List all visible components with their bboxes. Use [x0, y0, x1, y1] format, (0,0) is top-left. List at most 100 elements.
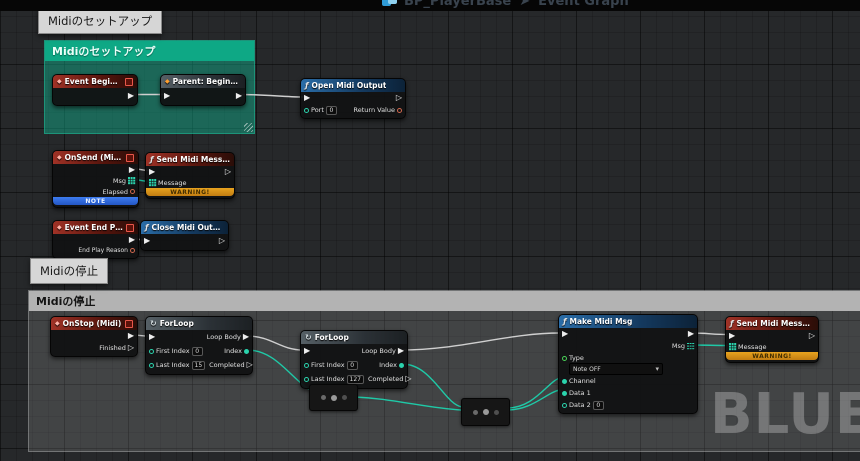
index-pin[interactable] — [244, 348, 249, 354]
breadcrumb-page[interactable]: Event Graph — [538, 0, 629, 9]
loop-body-exec-pin[interactable]: ▶ — [398, 347, 404, 355]
exec-out-pin[interactable]: ▷ — [396, 94, 402, 102]
reroute-node-1[interactable] — [309, 384, 358, 411]
node-header[interactable]: ƒ Send Midi Message — [726, 317, 818, 330]
node-header[interactable]: ◆ OnSend (Midi) — [53, 151, 138, 164]
exec-in-pin[interactable]: ▶ — [149, 333, 155, 341]
completed-exec-pin[interactable]: ▷ — [405, 375, 411, 383]
data1-pin[interactable] — [562, 390, 567, 396]
breadcrumb: BP_PlayerBase ➤ Event Graph — [404, 0, 629, 9]
exec-out-pin[interactable]: ▷ — [225, 167, 231, 176]
node-title: OnStop (Midi) — [62, 319, 122, 328]
node-open-midi-output[interactable]: ƒ Open Midi Output ▶ ▷ Port 0 Return Val… — [300, 78, 406, 119]
node-header[interactable]: ↻ ForLoop — [146, 317, 252, 330]
first-index-input[interactable]: 0 — [191, 346, 203, 356]
breadcrumb-root[interactable]: BP_PlayerBase — [404, 0, 511, 9]
reroute-pin[interactable] — [341, 395, 347, 400]
type-pin[interactable] — [562, 356, 567, 361]
pin-row: First Index 0 Index — [146, 344, 252, 358]
node-header[interactable]: ◆ Event End Play — [53, 221, 138, 234]
node-header[interactable]: ƒ Open Midi Output — [301, 79, 405, 92]
node-title: Parent: BeginPlay — [172, 77, 241, 86]
pin-row: Finished ▷ — [51, 342, 137, 354]
node-header[interactable]: ◆ Parent: BeginPlay — [161, 75, 245, 88]
msg-struct-pin[interactable] — [687, 342, 694, 350]
exec-in-pin[interactable]: ▶ — [304, 347, 310, 355]
exec-out-pin[interactable]: ▶ — [128, 332, 134, 340]
first-index-pin[interactable] — [304, 362, 309, 368]
pin-row: Message — [726, 341, 818, 352]
exec-out-pin[interactable]: ▶ — [688, 330, 694, 338]
port-pin[interactable] — [304, 107, 309, 113]
elapsed-pin[interactable] — [130, 189, 135, 194]
data2-input[interactable]: 0 — [592, 400, 604, 410]
exec-out-pin[interactable]: ▶ — [129, 235, 135, 244]
completed-exec-pin[interactable]: ▷ — [247, 361, 253, 369]
exec-out-pin[interactable]: ▶ — [128, 91, 134, 100]
node-send-midi-message-1[interactable]: ƒ Send Midi Message ▶ ▷ Message WARNING! — [145, 152, 235, 199]
message-struct-pin[interactable] — [149, 179, 156, 186]
exec-out-pin[interactable]: ▷ — [219, 237, 225, 245]
node-header[interactable]: ◆ Event BeginPlay — [53, 75, 137, 88]
last-index-pin[interactable] — [304, 376, 309, 382]
reroute-pin[interactable] — [330, 394, 337, 401]
first-index-pin[interactable] — [149, 348, 154, 354]
node-send-midi-message-2[interactable]: ƒ Send Midi Message ▶ ▷ Message WARNING! — [725, 316, 819, 363]
node-header[interactable]: ƒ Close Midi Output — [141, 221, 228, 234]
reroute-pin[interactable] — [472, 409, 478, 415]
node-title: Event BeginPlay — [64, 77, 122, 86]
exec-in-pin[interactable]: ▶ — [144, 237, 150, 245]
type-dropdown[interactable]: Note OFF ▾ — [569, 363, 663, 375]
reroute-pin[interactable] — [320, 395, 326, 400]
reroute-pin[interactable] — [493, 409, 499, 415]
pin-row: ▶ ▷ — [726, 330, 818, 341]
node-event-begin-play[interactable]: ◆ Event BeginPlay ▶ — [52, 74, 138, 106]
exec-in-pin[interactable]: ▶ — [149, 167, 155, 176]
node-parent-begin-play[interactable]: ◆ Parent: BeginPlay ▶ ▶ — [160, 74, 246, 106]
return-value-pin[interactable] — [397, 107, 402, 113]
node-event-end-play[interactable]: ◆ Event End Play ▶ End Play Reason — [52, 220, 139, 259]
data2-pin[interactable] — [562, 402, 567, 408]
message-struct-pin[interactable] — [729, 343, 736, 350]
exec-in-pin[interactable]: ▶ — [562, 330, 568, 338]
node-onstop-midi[interactable]: ◆ OnStop (Midi) ▶ Finished ▷ — [50, 316, 138, 357]
pin-row: Data 2 0 — [559, 399, 697, 411]
port-value-input[interactable]: 0 — [325, 105, 337, 115]
first-index-input[interactable]: 0 — [346, 360, 358, 370]
exec-in-pin[interactable]: ▶ — [164, 91, 170, 100]
reroute-pin[interactable] — [482, 409, 489, 415]
exec-out-pin[interactable]: ▶ — [129, 165, 135, 174]
index-pin[interactable] — [399, 362, 404, 368]
node-onsend-midi[interactable]: ◆ OnSend (Midi) ▶ Msg Elapsed NOTE — [52, 150, 139, 208]
channel-pin[interactable] — [562, 378, 567, 384]
pin-label: Elapsed — [102, 187, 128, 196]
node-header[interactable]: ƒ Send Midi Message — [146, 153, 234, 166]
pin-label: Index — [224, 347, 242, 355]
node-close-midi-output[interactable]: ƒ Close Midi Output ▶ ▷ — [140, 220, 229, 251]
node-for-loop-2[interactable]: ↻ ForLoop ▶ Loop Body ▶ First Index 0 In… — [300, 330, 412, 389]
comment-setup-header[interactable]: Midiのセットアップ — [45, 41, 254, 61]
exec-in-pin[interactable]: ▶ — [729, 331, 735, 340]
last-index-input[interactable]: 127 — [346, 374, 364, 384]
node-make-midi-msg[interactable]: ƒ Make Midi Msg ▶ ▶ Msg Type Note OFF ▾ — [558, 314, 698, 414]
pin-label: Msg — [671, 342, 685, 350]
comment-resize-handle[interactable] — [244, 123, 253, 132]
comment-stop-header[interactable]: Midiの停止 — [29, 291, 860, 311]
node-header[interactable]: ƒ Make Midi Msg — [559, 315, 697, 328]
pin-label: First Index — [156, 347, 190, 355]
node-header[interactable]: ◆ OnStop (Midi) — [51, 317, 137, 330]
reroute-node-2[interactable] — [461, 398, 510, 426]
loop-body-exec-pin[interactable]: ▶ — [243, 333, 249, 341]
msg-struct-pin[interactable] — [128, 177, 135, 184]
end-play-reason-pin[interactable] — [130, 248, 135, 253]
exec-out-pin[interactable]: ▷ — [809, 331, 815, 340]
blueprint-canvas[interactable]: Midiのセットアップ Midiの停止 BLUEP ◆ Event Begin — [0, 0, 860, 461]
node-header[interactable]: ↻ ForLoop — [301, 331, 407, 344]
event-icon: ◆ — [57, 223, 62, 231]
node-for-loop-1[interactable]: ↻ ForLoop ▶ Loop Body ▶ First Index 0 In… — [145, 316, 253, 375]
finished-exec-pin[interactable]: ▷ — [128, 344, 134, 352]
exec-out-pin[interactable]: ▶ — [236, 91, 242, 100]
exec-in-pin[interactable]: ▶ — [304, 94, 310, 102]
last-index-input[interactable]: 15 — [191, 360, 206, 370]
last-index-pin[interactable] — [149, 362, 154, 368]
